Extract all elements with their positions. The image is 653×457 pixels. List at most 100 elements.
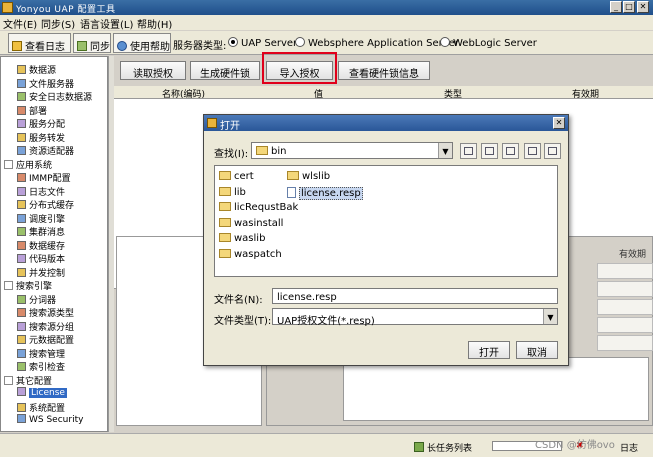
lower-row[interactable] — [597, 299, 653, 315]
tree-item[interactable]: WS Security — [17, 414, 83, 427]
close-button[interactable]: ✕ — [637, 1, 649, 13]
tree-item[interactable]: 数据缓存 — [17, 239, 65, 252]
dialog-close-button[interactable]: ✕ — [553, 117, 565, 129]
file-name: license.resp — [299, 186, 363, 200]
tree-item[interactable]: License — [17, 387, 67, 400]
tree-item[interactable]: 元数据配置 — [17, 333, 74, 346]
folder-item[interactable]: wasinstall — [219, 217, 283, 232]
expand-collapse-icon[interactable] — [4, 159, 13, 169]
help-button[interactable]: 使用帮助 — [113, 33, 171, 53]
expand-collapse-icon[interactable] — [4, 375, 13, 385]
app-icon — [2, 2, 13, 13]
tree-item[interactable]: 部署 — [17, 104, 47, 117]
expand-collapse-icon[interactable] — [4, 281, 13, 290]
list-view-button[interactable] — [524, 143, 541, 159]
view-hardware-lock-button[interactable]: 查看硬件锁信息 — [338, 61, 430, 80]
view-log-button[interactable]: 查看日志 — [8, 33, 71, 53]
tree-item[interactable]: 其它配置 — [4, 374, 52, 387]
filetype-select[interactable]: UAP授权文件(*.resp) ▼ — [272, 308, 558, 327]
tree-item[interactable]: 搜索管理 — [17, 347, 65, 360]
home-button[interactable] — [481, 143, 498, 159]
radio-uap-server[interactable]: UAP Server — [228, 37, 297, 49]
tree-node-icon — [17, 227, 26, 236]
tree-item[interactable]: IMMP配置 — [17, 171, 71, 184]
tree-item[interactable]: 数据源 — [17, 63, 56, 76]
tree-item-label: 搜索引擎 — [16, 282, 53, 292]
filename-input[interactable]: license.resp — [272, 288, 558, 304]
folder-item[interactable]: waspatch — [219, 248, 282, 263]
tree-item[interactable]: 文件服务器 — [17, 77, 74, 90]
tree-item-label: 文件服务器 — [29, 79, 75, 90]
lower-row[interactable] — [597, 335, 653, 351]
log-link[interactable]: 日志 — [620, 441, 638, 454]
folder-item[interactable]: waslib — [219, 233, 265, 247]
radio-websphere[interactable]: Websphere Application Server — [295, 37, 459, 49]
tree-item-label: 日志文件 — [29, 187, 66, 198]
tree-item[interactable]: 代码版本 — [17, 252, 65, 265]
radio-weblogic[interactable]: WebLogic Server — [440, 37, 537, 49]
maximize-button[interactable]: □ — [623, 1, 635, 13]
tree-item[interactable]: 日志文件 — [17, 185, 65, 198]
tree-item[interactable]: 分布式缓存 — [17, 198, 74, 211]
tree-node-icon — [17, 348, 26, 358]
tree-item[interactable]: 分词器 — [17, 293, 56, 306]
folder-item[interactable]: wlslib — [287, 171, 330, 185]
chevron-down-icon: ▼ — [438, 143, 452, 158]
config-tree[interactable]: 数据源文件服务器 安全日志数据源部署 服务分配 服务转发资源适配器 应用系统 IMMP配置… — [0, 56, 108, 432]
file-name: waslib — [234, 233, 266, 244]
tree-item[interactable]: 集群消息 — [17, 225, 65, 238]
tree-item-label: 系统配置 — [29, 403, 66, 414]
tree-item-label: 数据缓存 — [29, 241, 66, 252]
read-license-button[interactable]: 读取授权 — [120, 61, 186, 80]
tree-item[interactable]: 索引检查 — [17, 360, 65, 373]
window-titlebar: Yonyou UAP 配置工具 _ □ ✕ — [0, 0, 653, 15]
menu-sync[interactable]: 同步(S) — [41, 16, 75, 31]
tree-item-label: 搜索源分组 — [29, 322, 75, 333]
up-folder-button[interactable] — [460, 143, 477, 159]
tree-node-icon — [17, 213, 26, 223]
tree-item-label: 部署 — [29, 106, 48, 117]
lower-row[interactable] — [597, 317, 653, 333]
tree-item-label: 搜索源类型 — [29, 309, 75, 319]
detail-text-area[interactable] — [343, 357, 649, 421]
tree-item[interactable]: 搜索源类型 — [17, 306, 74, 319]
cancel-button[interactable]: 取消 — [516, 341, 558, 359]
tree-node-icon — [17, 119, 26, 128]
menu-help[interactable]: 帮助(H) — [137, 16, 172, 31]
tree-item[interactable]: 搜索引擎 — [4, 279, 52, 292]
tree-item[interactable]: 资源适配器 — [17, 144, 74, 157]
tree-item[interactable]: 并发控制 — [17, 266, 65, 279]
menu-file[interactable]: 文件(E) — [3, 16, 37, 31]
open-button[interactable]: 打开 — [468, 341, 510, 359]
file-list[interactable]: cert lib licRequstBak wasinstall waslib waspa… — [214, 165, 558, 277]
menu-language[interactable]: 语言设置(L) — [80, 16, 133, 31]
generate-hardware-lock-button[interactable]: 生成硬件锁 — [190, 61, 260, 80]
lower-row[interactable] — [597, 263, 653, 279]
look-in-combo[interactable]: bin ▼ — [251, 142, 453, 159]
tree-item-label: 资源适配器 — [29, 147, 75, 157]
file-item[interactable]: license.resp — [287, 186, 363, 201]
tree-item-label: 其它配置 — [16, 376, 53, 387]
tree-node-icon — [17, 267, 26, 277]
tree-item[interactable]: 服务转发 — [17, 131, 65, 144]
tree-item[interactable]: 服务分配 — [17, 117, 65, 130]
folder-item[interactable]: licRequstBak — [219, 202, 298, 216]
long-tasks-link[interactable]: 长任务列表 — [414, 441, 472, 454]
tree-item[interactable]: 搜索源分组 — [17, 320, 74, 333]
details-view-button[interactable] — [544, 143, 561, 159]
filetype-label: 文件类型(T): — [214, 316, 272, 327]
filename-label: 文件名(N): — [214, 295, 263, 306]
open-file-dialog: 打开 ✕ 查找(I): bin ▼ cert lib licRequstBak was… — [203, 114, 569, 366]
sync-button[interactable]: 同步 — [73, 33, 111, 53]
new-folder-button[interactable] — [502, 143, 519, 159]
lower-row[interactable] — [597, 281, 653, 297]
tree-item[interactable]: 应用系统 — [4, 158, 52, 171]
tree-node-icon — [17, 387, 26, 396]
tree-item[interactable]: 安全日志数据源 — [17, 90, 92, 103]
folder-item[interactable]: cert — [219, 171, 254, 185]
file-name: waspatch — [234, 248, 282, 260]
folder-item[interactable]: lib — [219, 186, 246, 201]
tree-item[interactable]: 系统配置 — [17, 401, 65, 414]
tree-item[interactable]: 调度引擎 — [17, 212, 65, 225]
minimize-button[interactable]: _ — [610, 1, 622, 13]
